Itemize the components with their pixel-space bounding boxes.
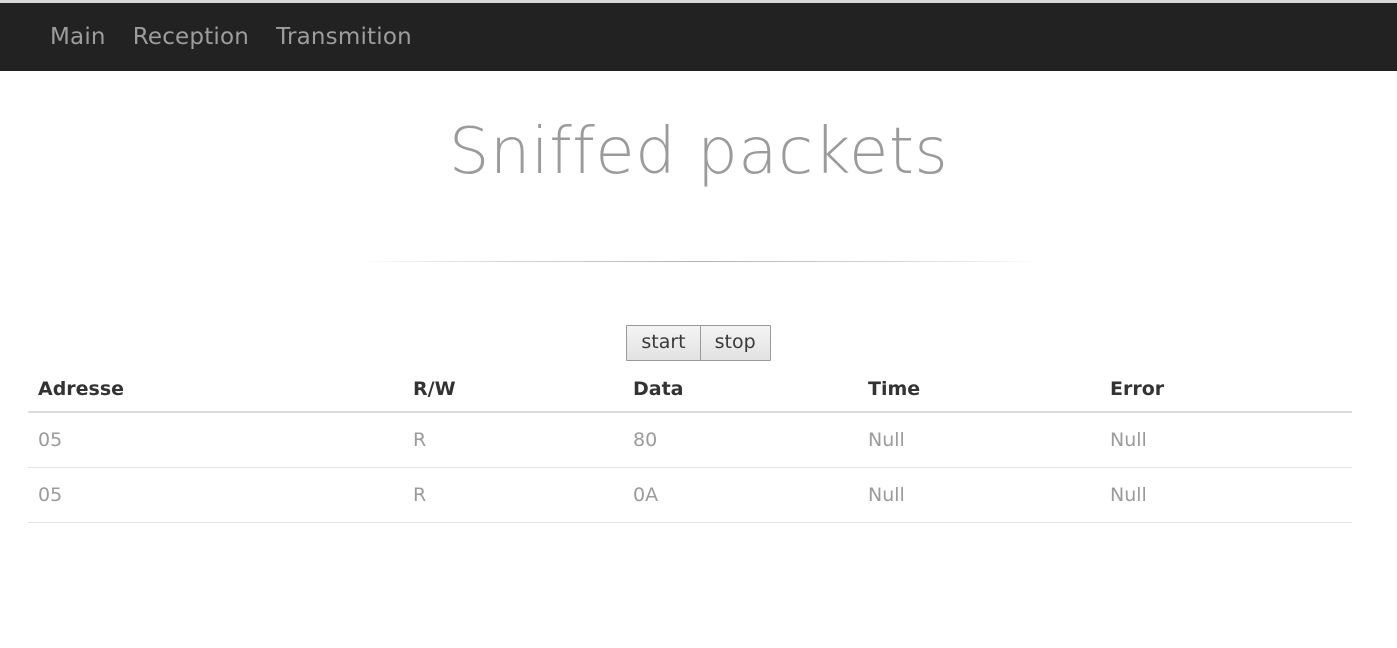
cell-adresse: 05 (28, 411, 403, 468)
column-header-adresse: Adresse (28, 370, 403, 413)
nav-link-transmition[interactable]: Transmition (276, 3, 412, 71)
cell-time: Null (858, 467, 1100, 523)
nav-link-reception[interactable]: Reception (133, 3, 249, 71)
title-divider (360, 261, 1040, 262)
cell-adresse: 05 (28, 467, 403, 523)
sniffed-packets-table: Adresse R/W Data Time Error 05 R 80 Null… (28, 370, 1352, 523)
sniffer-controls: start stop (0, 325, 1397, 361)
column-header-error: Error (1100, 370, 1352, 413)
column-header-rw: R/W (403, 370, 623, 413)
table-row: 05 R 0A Null Null (28, 467, 1352, 523)
column-header-data: Data (623, 370, 858, 413)
top-navbar: Main Reception Transmition (0, 3, 1397, 71)
stop-button[interactable]: stop (699, 325, 771, 361)
table-row: 05 R 80 Null Null (28, 411, 1352, 468)
table-header-row: Adresse R/W Data Time Error (28, 370, 1352, 413)
table-body: 05 R 80 Null Null 05 R 0A Null Null (28, 411, 1352, 523)
start-button[interactable]: start (626, 325, 701, 361)
cell-rw: R (403, 467, 623, 523)
cell-error: Null (1100, 467, 1352, 523)
page-title: Sniffed packets (448, 115, 949, 189)
cell-data: 0A (623, 467, 858, 523)
navbar-links: Main Reception Transmition (50, 3, 439, 71)
nav-link-main[interactable]: Main (50, 3, 106, 71)
cell-error: Null (1100, 411, 1352, 468)
page-content: Sniffed packets start stop Adresse R/W Da… (0, 71, 1397, 648)
cell-data: 80 (623, 411, 858, 468)
cell-rw: R (403, 411, 623, 468)
table-header: Adresse R/W Data Time Error (28, 370, 1352, 413)
cell-time: Null (858, 411, 1100, 468)
column-header-time: Time (858, 370, 1100, 413)
